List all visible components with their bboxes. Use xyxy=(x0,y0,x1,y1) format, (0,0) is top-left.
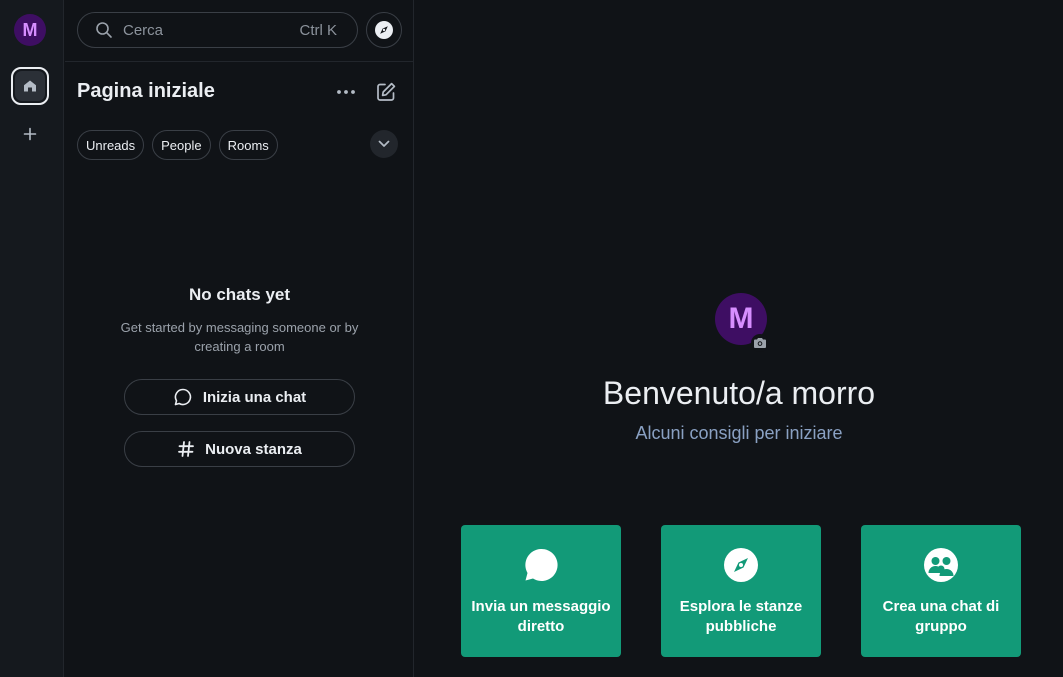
send-dm-label: Invia un messaggio diretto xyxy=(471,598,611,635)
compass-icon xyxy=(723,547,759,583)
chevron-down-icon xyxy=(378,140,390,147)
start-chat-button[interactable]: Inizia una chat xyxy=(124,379,355,415)
empty-state-title: No chats yet xyxy=(188,285,291,304)
app-window: M Cerca Ctrl K Pagina iniziale Unreads P… xyxy=(0,0,1063,677)
new-room-label: Nuova stanza xyxy=(205,440,302,458)
home-space-inner xyxy=(15,71,45,101)
search-placeholder: Cerca xyxy=(123,21,164,39)
user-avatar[interactable]: M xyxy=(14,14,46,46)
explore-public-rooms-label: Esplora le stanze pubbliche xyxy=(679,598,803,635)
home-space-button[interactable] xyxy=(11,67,49,105)
compose-icon xyxy=(377,82,396,101)
plus-icon xyxy=(23,127,37,141)
compose-button[interactable] xyxy=(374,80,398,104)
explore-public-rooms-card[interactable]: Esplora le stanze pubbliche xyxy=(661,525,821,657)
explore-rooms-button[interactable] xyxy=(366,12,402,48)
search-input[interactable]: Cerca Ctrl K xyxy=(77,12,358,48)
empty-state-description: Get started by messaging someone or by c… xyxy=(120,320,359,354)
chat-bubble-icon xyxy=(523,547,559,583)
group-icon xyxy=(923,547,959,583)
room-list-options-button[interactable] xyxy=(333,80,359,104)
welcome-title: Benvenuto/a morro xyxy=(602,375,876,411)
camera-icon[interactable] xyxy=(751,334,769,352)
create-group-chat-card[interactable]: Crea una chat di gruppo xyxy=(861,525,1021,657)
search-shortcut-hint: Ctrl K xyxy=(299,21,338,39)
welcome-subtitle: Alcuni consigli per iniziare xyxy=(635,423,843,443)
add-space-button[interactable] xyxy=(18,122,42,146)
hashtag-icon xyxy=(178,441,195,457)
filter-rooms[interactable]: Rooms xyxy=(218,130,278,160)
send-dm-card[interactable]: Invia un messaggio diretto xyxy=(461,525,621,657)
home-page: M Benvenuto/a morro Alcuni consigli per … xyxy=(415,0,1063,677)
home-icon xyxy=(24,80,36,92)
chat-bubble-outline-icon xyxy=(174,388,191,406)
create-group-chat-label: Crea una chat di gruppo xyxy=(882,598,1000,635)
space-bar: M xyxy=(0,0,64,677)
search-row: Cerca Ctrl K xyxy=(65,0,414,62)
start-chat-label: Inizia una chat xyxy=(202,388,307,406)
compass-icon xyxy=(375,21,393,39)
room-filters: Unreads People Rooms xyxy=(77,130,278,160)
filter-unreads[interactable]: Unreads xyxy=(77,130,145,160)
room-list-panel: Cerca Ctrl K Pagina iniziale Unreads Peo… xyxy=(65,0,414,677)
new-room-button[interactable]: Nuova stanza xyxy=(124,431,355,467)
filter-people[interactable]: People xyxy=(152,130,211,160)
expand-filters-button[interactable] xyxy=(370,130,398,158)
more-horizontal-icon xyxy=(337,90,355,94)
search-icon xyxy=(95,21,113,39)
room-list-title: Pagina iniziale xyxy=(77,80,215,102)
